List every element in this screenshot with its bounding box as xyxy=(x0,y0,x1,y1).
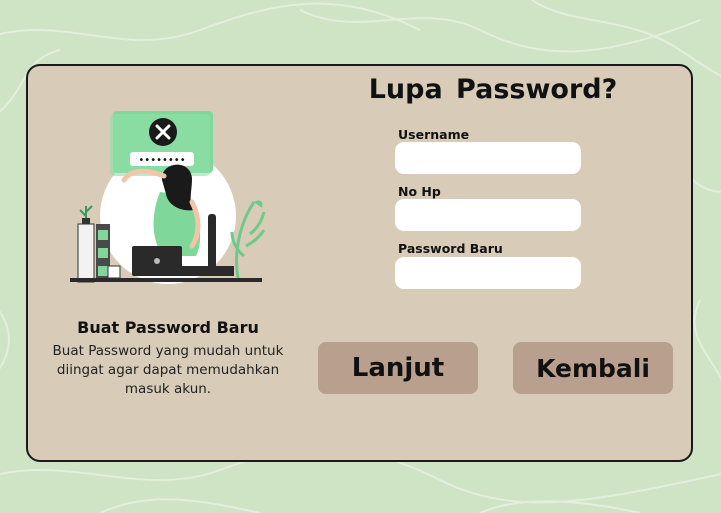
page-title: Lupa Password? xyxy=(368,74,618,105)
new-password-input[interactable] xyxy=(395,257,581,289)
new-password-label: Password Baru xyxy=(398,241,503,256)
back-button[interactable]: Kembali xyxy=(513,342,673,394)
username-label: Username xyxy=(398,127,470,142)
svg-text:••••••••: •••••••• xyxy=(138,155,185,166)
next-button[interactable]: Lanjut xyxy=(318,342,478,394)
info-description: Buat Password yang mudah untuk diingat a… xyxy=(52,343,284,397)
username-input[interactable] xyxy=(395,142,581,174)
reset-password-card: •••••••• Buat Password Baru Buat Passwor… xyxy=(26,64,693,462)
forgot-password-illustration: •••••••• xyxy=(70,111,266,284)
phone-label: No Hp xyxy=(398,184,441,199)
phone-input[interactable] xyxy=(395,199,581,231)
info-heading: Buat Password Baru xyxy=(77,318,259,337)
